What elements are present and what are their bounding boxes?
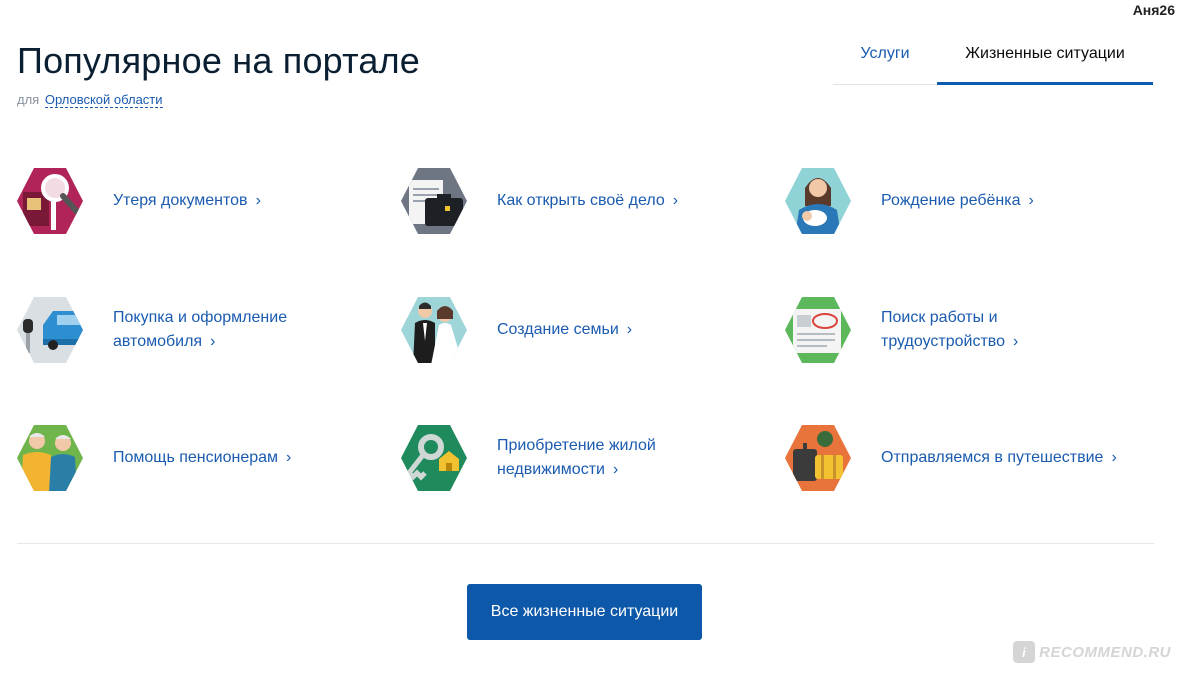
chevron-right-icon: › [255,192,261,209]
lost-documents-icon [17,168,83,234]
job-search-icon [785,297,851,363]
situation-label: Рождение ребёнка › [881,192,1034,209]
chevron-right-icon: › [672,192,679,209]
situation-label: Покупка и оформление автомобиля › [113,309,288,350]
situation-lost-documents[interactable]: Утеря документов › [17,166,397,236]
page-title: Популярное на портале [17,40,421,81]
chevron-right-icon: › [1013,333,1019,350]
situation-travel[interactable]: Отправляемся в путешествие › [785,423,1165,493]
situation-label: Как открыть своё дело › [497,192,679,209]
divider [17,543,1154,544]
chevron-right-icon: › [1028,192,1034,209]
watermark: i RECOMMEND.RU [1013,641,1171,663]
tabs: Услуги Жизненные ситуации [833,40,1153,85]
tab-services[interactable]: Услуги [833,40,937,85]
situation-wedding[interactable]: Создание семьи › [401,295,781,365]
situation-car-purchase[interactable]: Покупка и оформление автомобиля › [17,295,397,365]
region-line: для Орловской области [17,92,163,108]
situation-pensioners[interactable]: Помощь пенсионерам › [17,423,397,493]
chevron-right-icon: › [210,333,216,350]
situation-label: Создание семьи › [497,321,633,338]
situation-open-business[interactable]: Как открыть своё дело › [401,166,781,236]
chevron-right-icon: › [286,449,292,466]
chevron-right-icon: › [626,321,633,338]
situation-childbirth[interactable]: Рождение ребёнка › [785,166,1165,236]
situation-label: Отправляемся в путешествие › [881,449,1117,466]
situations-grid: Утеря документов › Как открыть своё дело… [17,166,1157,496]
watermark-text: RECOMMEND.RU [1039,643,1171,661]
childbirth-icon [785,168,851,234]
region-prefix: для [17,92,40,107]
pensioners-icon [17,425,83,491]
situation-label: Утеря документов › [113,192,261,209]
tab-life-situations[interactable]: Жизненные ситуации [937,40,1153,85]
open-business-icon [401,168,467,234]
chevron-right-icon: › [612,461,619,478]
situation-label: Приобретение жилой недвижимости › [497,437,656,478]
situation-real-estate[interactable]: Приобретение жилой недвижимости › [401,423,781,493]
info-icon: i [1013,641,1036,663]
travel-icon [785,425,851,491]
situation-label: Помощь пенсионерам › [113,449,292,466]
chevron-right-icon: › [1111,449,1117,466]
situation-job-search[interactable]: Поиск работы и трудоустройство › [785,295,1165,365]
all-life-situations-button[interactable]: Все жизненные ситуации [467,584,702,640]
real-estate-icon [401,425,467,491]
page: Аня26 Популярное на портале для Орловско… [0,0,1181,675]
car-purchase-icon [17,297,83,363]
region-link[interactable]: Орловской области [44,92,163,108]
username: Аня26 [1132,2,1175,18]
wedding-icon [401,297,467,363]
situation-label: Поиск работы и трудоустройство › [881,309,1019,350]
